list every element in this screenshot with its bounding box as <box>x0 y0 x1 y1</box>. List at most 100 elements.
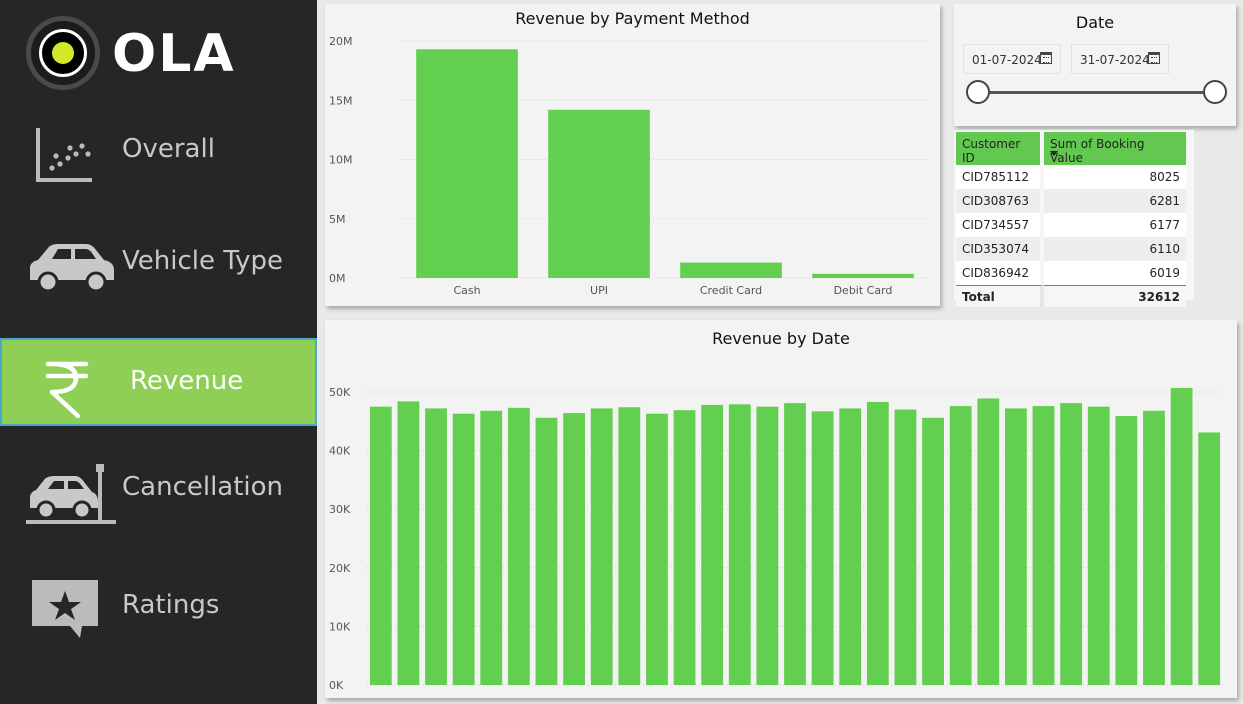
table-row[interactable]: CID785112 8025 <box>956 165 1186 189</box>
bar[interactable] <box>680 262 782 278</box>
bar[interactable] <box>480 410 503 685</box>
table-row[interactable]: CID308763 6281 <box>956 189 1186 213</box>
bar[interactable] <box>728 404 751 685</box>
start-date-value: 01-07-2024 <box>972 53 1042 67</box>
y-tick-label: 10K <box>329 620 351 633</box>
payment-method-chart-panel: Revenue by Payment Method 0M 5M 10M 15M 20M C… <box>325 4 940 306</box>
start-date-input[interactable]: 01-07-2024 <box>963 44 1061 74</box>
bar[interactable] <box>646 413 668 685</box>
sidebar-item-ratings[interactable]: Ratings <box>0 564 317 652</box>
date-slider-end-handle[interactable] <box>1203 80 1227 104</box>
rupee-icon <box>45 361 89 418</box>
bar[interactable] <box>894 409 917 685</box>
revenue-by-date-chart-panel: Revenue by Date 0K 10K 20K 30K 40K 50K <box>325 320 1237 698</box>
sidebar-item-label: Cancellation <box>122 472 284 502</box>
bar[interactable] <box>866 401 889 685</box>
table-total-row: Total 32612 <box>956 285 1186 307</box>
y-tick-label: 40K <box>329 445 351 458</box>
calendar-icon[interactable] <box>1040 52 1052 64</box>
booking-value-cell: 6177 <box>1044 213 1186 237</box>
date-slider-start-handle[interactable] <box>966 80 990 104</box>
customer-id-cell: CID734557 <box>956 213 1044 237</box>
customer-id-cell: CID836942 <box>956 261 1044 285</box>
column-header-customer-id[interactable]: Customer ID <box>956 132 1044 165</box>
bar[interactable] <box>756 406 779 685</box>
x-tick-label: Debit Card <box>834 284 893 297</box>
x-tick-label: Credit Card <box>700 284 762 297</box>
table-row[interactable]: CID734557 6177 <box>956 213 1186 237</box>
booking-value-table: Customer ID Sum of Booking Value CID7851… <box>954 130 1194 307</box>
sort-desc-icon[interactable] <box>1050 151 1058 156</box>
bar[interactable] <box>369 406 392 685</box>
sidebar-item-label: Ratings <box>122 590 220 620</box>
y-tick-label: 10M <box>329 154 353 167</box>
ola-logo-icon <box>26 16 100 90</box>
payment-method-bar-chart: 0M 5M 10M 15M 20M Cash UPI Credit Card Debit Car… <box>329 35 929 297</box>
bar[interactable] <box>977 398 1000 685</box>
sidebar-item-overall[interactable]: Overall <box>0 108 317 196</box>
booking-value-cell: 6281 <box>1044 189 1186 213</box>
booking-value-cell: 6110 <box>1044 237 1186 261</box>
bar[interactable] <box>1032 406 1055 685</box>
bar[interactable] <box>1170 387 1193 685</box>
bar[interactable] <box>535 417 558 685</box>
sidebar-item-revenue[interactable]: Revenue <box>0 338 317 426</box>
total-value: 32612 <box>1044 285 1186 307</box>
scatter-chart-icon <box>36 128 92 182</box>
x-tick-label: Cash <box>453 284 480 297</box>
y-tick-label: 5M <box>329 213 346 226</box>
x-tick-label: UPI <box>590 284 608 297</box>
bar[interactable] <box>563 413 586 685</box>
bar[interactable] <box>1198 432 1221 685</box>
bar[interactable] <box>452 413 475 685</box>
sidebar-item-label: Vehicle Type <box>122 246 283 276</box>
bar[interactable] <box>784 403 806 685</box>
bar[interactable] <box>1143 410 1165 685</box>
bar[interactable] <box>425 408 447 685</box>
bar[interactable] <box>1004 408 1027 685</box>
end-date-value: 31-07-2024 <box>1080 53 1150 67</box>
sidebar: OLA Overall Vehicle Type Revenue Cancell… <box>0 0 317 704</box>
bar[interactable] <box>811 411 834 685</box>
y-tick-label: 20K <box>329 562 351 575</box>
bar[interactable] <box>673 410 696 685</box>
y-tick-label: 50K <box>329 386 351 399</box>
table-row[interactable]: CID353074 6110 <box>956 237 1186 261</box>
bar[interactable] <box>701 404 724 685</box>
bar[interactable] <box>922 417 944 685</box>
bar[interactable] <box>397 401 420 685</box>
date-slicer-title: Date <box>1075 13 1115 32</box>
booking-table: Customer ID Sum of Booking Value CID7851… <box>956 132 1186 307</box>
bar[interactable] <box>1115 416 1138 685</box>
column-header-booking-value[interactable]: Sum of Booking Value <box>1044 132 1186 165</box>
logo-text: OLA <box>112 24 236 84</box>
y-tick-label: 0M <box>329 272 346 285</box>
bar[interactable] <box>507 407 530 685</box>
calendar-icon[interactable] <box>1148 52 1160 64</box>
sidebar-item-cancellation[interactable]: Cancellation <box>0 446 317 534</box>
y-tick-label: 15M <box>329 94 353 107</box>
sidebar-item-label: Overall <box>122 134 215 164</box>
car-icon <box>30 244 114 293</box>
bar[interactable] <box>618 407 641 685</box>
bar[interactable] <box>590 408 613 685</box>
bar[interactable] <box>1060 403 1083 685</box>
table-row[interactable]: CID836942 6019 <box>956 261 1186 285</box>
date-slider-track <box>978 91 1216 94</box>
bar[interactable] <box>1087 406 1110 685</box>
car-crash-icon <box>26 464 116 524</box>
sidebar-item-vehicle-type[interactable]: Vehicle Type <box>0 220 317 308</box>
booking-value-cell: 8025 <box>1044 165 1186 189</box>
customer-id-cell: CID785112 <box>956 165 1044 189</box>
y-tick-label: 0K <box>329 679 344 692</box>
customer-id-cell: CID353074 <box>956 237 1044 261</box>
star-speech-bubble-icon <box>32 580 98 638</box>
bar[interactable] <box>812 273 914 278</box>
bar[interactable] <box>548 109 650 278</box>
bar[interactable] <box>949 406 972 685</box>
bar[interactable] <box>416 49 518 278</box>
end-date-input[interactable]: 31-07-2024 <box>1071 44 1169 74</box>
y-tick-label: 30K <box>329 503 351 516</box>
bar[interactable] <box>839 408 862 685</box>
booking-value-cell: 6019 <box>1044 261 1186 285</box>
